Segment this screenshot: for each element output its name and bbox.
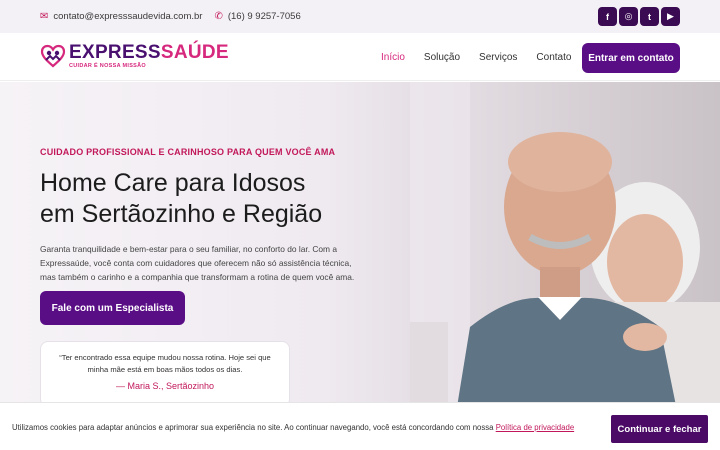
youtube-icon[interactable]: ▶ (661, 7, 680, 26)
privacy-policy-link[interactable]: Política de privacidade (496, 423, 574, 432)
nav-item-inicio[interactable]: Início (381, 52, 405, 63)
phone-contact[interactable]: ✆ (16) 9 9257-7056 (214, 11, 300, 22)
hero-title: Home Care para Idosos em Sertãozinho e R… (40, 168, 380, 230)
hero-title-line1: Home Care para Idosos (40, 169, 306, 197)
testimonial-author: — Maria S., Sertãozinho (115, 381, 215, 391)
logo-name-part1: EXPRESS (69, 42, 161, 63)
specialist-button[interactable]: Fale com um Especialista (40, 291, 185, 325)
nav-item-servicos[interactable]: Serviços (479, 52, 517, 63)
nav-item-contato[interactable]: Contato (536, 52, 571, 63)
instagram-icon[interactable]: ◎ (619, 7, 638, 26)
cookie-message: Utilizamos cookies para adaptar anúncios… (12, 423, 494, 432)
phone-text: (16) 9 9257-7056 (227, 11, 301, 22)
email-contact[interactable]: ✉ contato@expresssaudevida.com.br (40, 11, 202, 22)
hero-kicker: CUIDADO PROFISSIONAL E CARINHOSO PARA QU… (40, 147, 336, 157)
envelope-icon: ✉ (40, 11, 49, 22)
cookie-banner: Utilizamos cookies para adaptar anúncios… (0, 402, 720, 450)
cookie-text: Utilizamos cookies para adaptar anúncios… (12, 423, 574, 432)
cookie-accept-button[interactable]: Continuar e fechar (611, 415, 708, 443)
email-text: contato@expresssaudevida.com.br (53, 11, 203, 22)
twitter-icon[interactable]: t (640, 7, 659, 26)
site-header: EXPRESSSAÚDE CUIDAR É NOSSA MISSÃO Iníci… (0, 33, 720, 81)
heart-people-logo-icon (40, 44, 66, 68)
facebook-icon[interactable]: f (598, 7, 617, 26)
nav-item-solucao[interactable]: Solução (424, 52, 460, 63)
contact-button[interactable]: Entrar em contato (582, 43, 680, 73)
social-links: f ◎ t ▶ (598, 7, 680, 26)
logo-tagline: CUIDAR É NOSSA MISSÃO (69, 63, 146, 69)
logo-name-part2: SAÚDE (160, 42, 229, 63)
site-logo[interactable]: EXPRESSSAÚDE CUIDAR É NOSSA MISSÃO (40, 43, 229, 69)
testimonial-card: “Ter encontrado essa equipe mudou nossa … (40, 341, 290, 407)
elderly-couple-photo (410, 82, 720, 450)
main-nav: Início Solução Serviços Contato (381, 52, 590, 63)
hero-title-line2: em Sertãozinho e Região (40, 200, 323, 228)
hero-description: Garanta tranquilidade e bem-estar para o… (40, 244, 355, 282)
whatsapp-icon: ✆ (214, 11, 223, 22)
testimonial-quote: “Ter encontrado essa equipe mudou nossa … (59, 353, 271, 374)
top-contact-bar: ✉ contato@expresssaudevida.com.br ✆ (16)… (0, 0, 720, 33)
hero-section: CUIDADO PROFISSIONAL E CARINHOSO PARA QU… (0, 82, 720, 450)
